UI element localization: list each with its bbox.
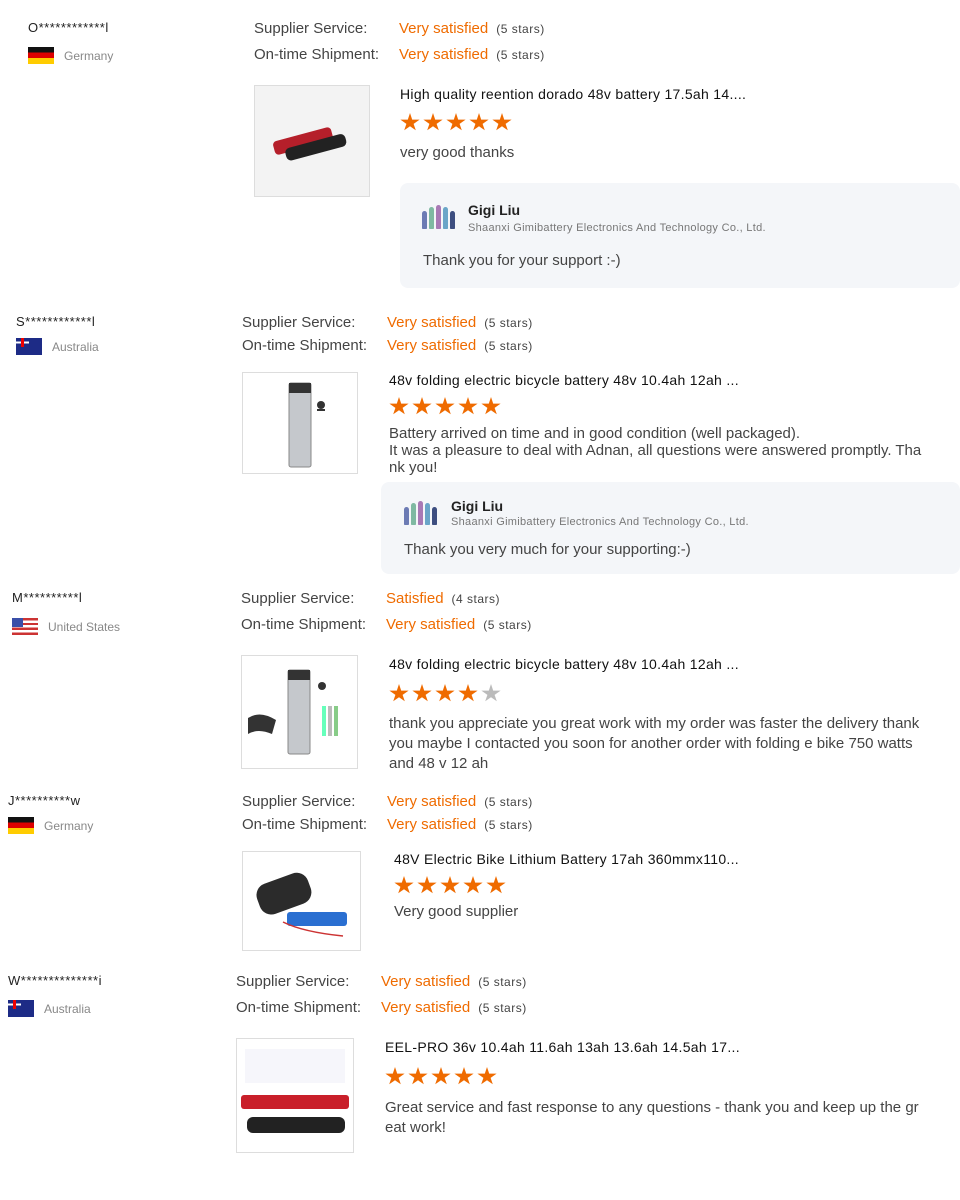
product-star-rating: [400, 113, 512, 132]
buyer-name: O************l: [28, 20, 109, 35]
review-comment: Great service and fast response to any q…: [385, 1099, 919, 1136]
supplier-avatar: [422, 203, 458, 229]
product-thumbnail[interactable]: [242, 851, 361, 951]
buyer-name: S************l: [16, 314, 96, 329]
star-filled-icon: [394, 876, 414, 894]
star-filled-icon: [458, 397, 478, 415]
star-filled-icon: [454, 1067, 474, 1085]
buyer-country: United States: [12, 618, 120, 635]
star-filled-icon: [431, 1067, 451, 1085]
product-star-rating: [394, 876, 506, 895]
product-star-rating: [389, 397, 501, 416]
star-filled-icon: [492, 113, 512, 131]
reply-author-name: Gigi Liu: [468, 202, 521, 218]
product-thumbnail[interactable]: [241, 655, 358, 769]
australia-flag-icon: [8, 1000, 34, 1017]
star-filled-icon: [481, 397, 501, 415]
product-thumbnail[interactable]: [236, 1038, 354, 1153]
review-comment: Very good supplier: [394, 903, 519, 920]
star-filled-icon: [385, 1067, 405, 1085]
product-star-rating: [389, 684, 501, 703]
reply-company-name: Shaanxi Gimibattery Electronics And Tech…: [451, 516, 749, 528]
battery-product-image: [256, 872, 347, 937]
australia-flag-icon: [16, 338, 42, 355]
supplier-service-rating: Supplier Service: Very satisfied (5 stars): [242, 314, 533, 331]
star-filled-icon: [469, 113, 489, 131]
buyer-name: W**************i: [8, 973, 102, 988]
supplier-service-rating: Supplier Service: Satisfied (4 stars): [241, 590, 501, 607]
supplier-service-rating: Supplier Service: Very satisfied (5 stars): [242, 793, 533, 810]
product-title-link[interactable]: 48v folding electric bicycle battery 48v…: [389, 372, 739, 388]
product-title-link[interactable]: 48V Electric Bike Lithium Battery 17ah 3…: [394, 851, 739, 867]
star-filled-icon: [423, 113, 443, 131]
star-filled-icon: [389, 684, 409, 702]
star-filled-icon: [486, 876, 506, 894]
reply-author-name: Gigi Liu: [451, 498, 504, 514]
supplier-reply: Gigi Liu Shaanxi Gimibattery Electronics…: [400, 183, 960, 288]
buyer-country: Germany: [8, 817, 93, 834]
product-star-rating: [385, 1067, 497, 1086]
usa-flag-icon: [12, 618, 38, 635]
star-filled-icon: [412, 397, 432, 415]
review-comment: Battery arrived on time and in good cond…: [389, 425, 922, 476]
reply-text: Thank you for your support :-): [423, 252, 621, 269]
battery-product-image: [288, 382, 325, 468]
star-filled-icon: [463, 876, 483, 894]
product-thumbnail[interactable]: [254, 85, 370, 197]
supplier-reply: Gigi Liu Shaanxi Gimibattery Electronics…: [381, 482, 960, 574]
supplier-service-rating: Supplier Service: Very satisfied (5 stars): [236, 973, 527, 990]
review-comment: thank you appreciate you great work with…: [389, 715, 920, 772]
star-filled-icon: [446, 113, 466, 131]
supplier-avatar: [404, 499, 440, 525]
on-time-shipment-rating: On-time Shipment: Very satisfied (5 stars): [254, 46, 545, 63]
star-empty-icon: [481, 684, 501, 702]
germany-flag-icon: [8, 817, 34, 834]
reply-text: Thank you very much for your supporting:…: [404, 541, 691, 558]
reply-company-name: Shaanxi Gimibattery Electronics And Tech…: [468, 222, 766, 234]
on-time-shipment-rating: On-time Shipment: Very satisfied (5 stars): [242, 337, 533, 354]
star-filled-icon: [440, 876, 460, 894]
product-thumbnail[interactable]: [242, 372, 358, 474]
review-comment: very good thanks: [400, 144, 515, 161]
product-title-link[interactable]: High quality reention dorado 48v battery…: [400, 86, 746, 102]
supplier-service-rating: Supplier Service: Very satisfied (5 stars): [254, 20, 545, 37]
star-filled-icon: [389, 397, 409, 415]
battery-product-image: [248, 669, 338, 755]
star-filled-icon: [417, 876, 437, 894]
star-filled-icon: [458, 684, 478, 702]
star-filled-icon: [435, 684, 455, 702]
on-time-shipment-rating: On-time Shipment: Very satisfied (5 stars): [242, 816, 533, 833]
on-time-shipment-rating: On-time Shipment: Very satisfied (5 stars): [236, 999, 527, 1016]
on-time-shipment-rating: On-time Shipment: Very satisfied (5 stars): [241, 616, 532, 633]
star-filled-icon: [477, 1067, 497, 1085]
buyer-country: Australia: [16, 338, 99, 355]
buyer-country: Germany: [28, 47, 113, 64]
product-title-link[interactable]: EEL-PRO 36v 10.4ah 11.6ah 13ah 13.6ah 14…: [385, 1039, 740, 1055]
battery-product-image: [241, 1049, 349, 1133]
product-title-link[interactable]: 48v folding electric bicycle battery 48v…: [389, 656, 739, 672]
buyer-name: M**********l: [12, 590, 83, 605]
germany-flag-icon: [28, 47, 54, 64]
buyer-name: J**********w: [8, 793, 81, 808]
battery-product-image: [273, 127, 347, 161]
star-filled-icon: [400, 113, 420, 131]
buyer-country: Australia: [8, 1000, 91, 1017]
star-filled-icon: [435, 397, 455, 415]
star-filled-icon: [408, 1067, 428, 1085]
star-filled-icon: [412, 684, 432, 702]
